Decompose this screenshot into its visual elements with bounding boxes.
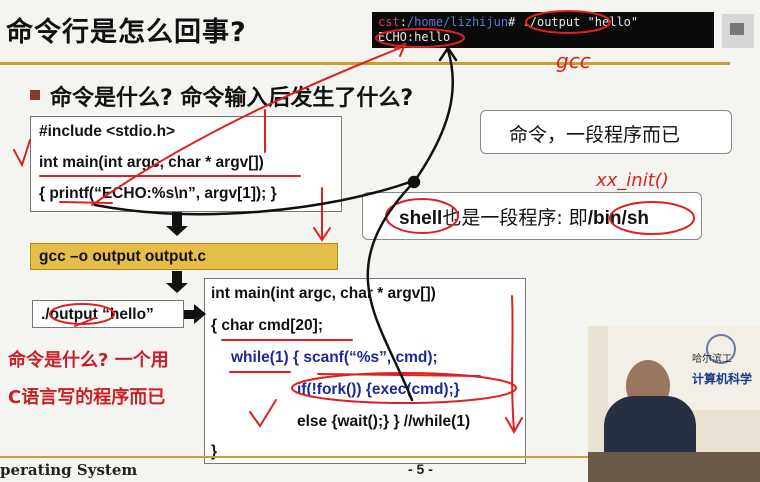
flow-arrow-down-1-shaft [172,212,182,228]
ink-arrow-down-right [313,187,331,242]
ink-circle-binsh [609,201,695,235]
ink-arrow-printf-to-output [91,47,401,206]
ink-circle-shell [385,198,459,234]
ink-black-curve-exec [366,48,454,402]
ink-check-bottom [249,399,277,428]
ink-circle-fork [291,372,517,404]
ink-check-left [13,139,31,168]
ink-circle-terminal-output [375,28,465,48]
flow-arrow-right-head [194,304,206,324]
flow-arrow-down-2-head [166,283,188,293]
handwriting-overlay: gcc xx_init() [13,10,695,435]
ink-arrow-down-shell [505,295,523,435]
ink-note-gcc: gcc [556,49,591,73]
ink-circle-terminal-cmd [525,10,611,34]
ink-circle-output [49,303,115,325]
flow-arrow-down-2-shaft [172,271,182,285]
flow-arrow-down-1-head [166,226,188,236]
ink-underline-printf [59,201,113,204]
ink-black-arrow-printf [93,180,412,216]
ink-note-init: xx_init() [595,170,669,191]
